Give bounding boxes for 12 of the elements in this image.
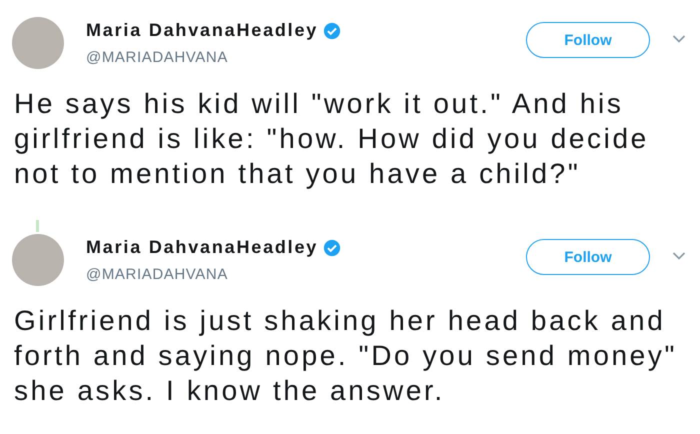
avatar[interactable] — [12, 17, 64, 69]
display-name[interactable]: Maria DahvanaHeadley — [86, 20, 318, 41]
username[interactable]: @MARIADAHVANA — [86, 49, 526, 66]
tweet-text: He says his kid will "work it out." And his girlfriend is like: "how. How did you decide not to mention that you have a child?" — [14, 87, 650, 191]
display-name[interactable]: Maria DahvanaHeadley — [86, 237, 318, 258]
follow-button[interactable]: Follow — [526, 22, 650, 58]
chevron-down-icon[interactable] — [672, 251, 686, 261]
follow-button[interactable]: Follow — [526, 239, 650, 275]
avatar[interactable] — [12, 234, 64, 286]
chevron-down-icon[interactable] — [672, 34, 686, 44]
username[interactable]: @MARIADAHVANA — [86, 266, 526, 283]
tweet-text: Girlfriend is just shaking her head back and forth and saying nope. "Do you send money" she asks. I know the answer. — [14, 304, 678, 408]
